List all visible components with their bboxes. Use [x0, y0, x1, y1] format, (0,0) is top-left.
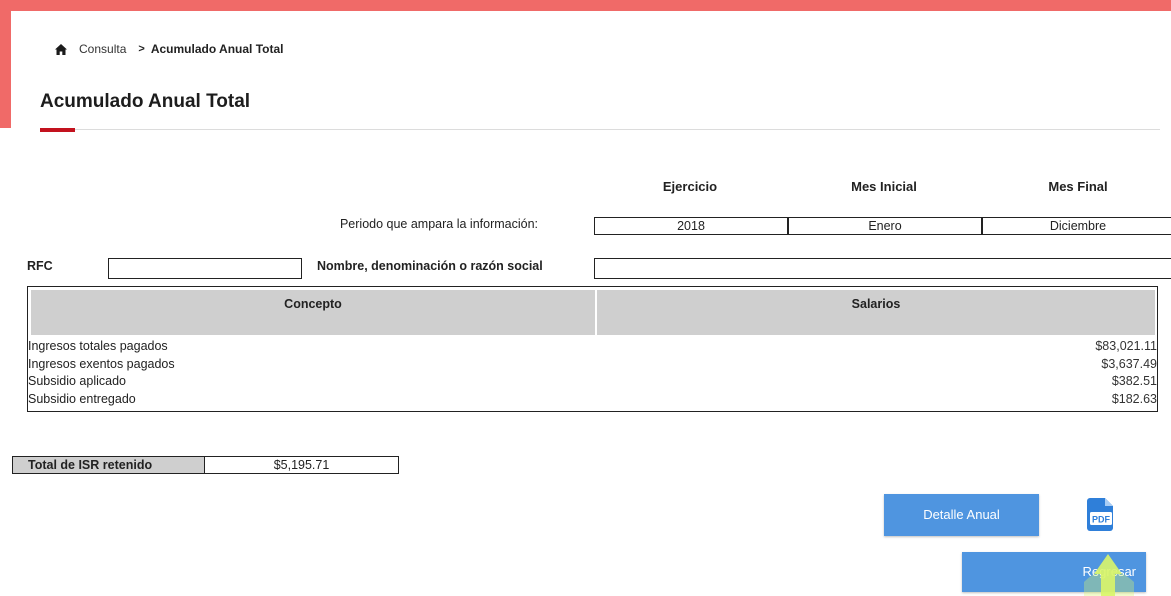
total-isr-value: $5,195.71 [204, 456, 399, 474]
row-label: Ingresos exentos pagados [28, 356, 175, 371]
table-row: Ingresos exentos pagados $3,637.49 [28, 356, 1157, 374]
home-icon[interactable] [55, 43, 67, 55]
row-label: Ingresos totales pagados [28, 339, 168, 353]
page-title: Acumulado Anual Total [40, 91, 251, 112]
pdf-icon[interactable]: PDF [1087, 498, 1116, 531]
title-underline-accent [40, 128, 75, 132]
table-row: Subsidio aplicado $382.51 [28, 373, 1157, 391]
top-accent-bar [0, 0, 1171, 11]
header-mes-inicial: Mes Inicial [851, 179, 917, 194]
ejercicio-field: 2018 [594, 217, 788, 235]
header-concepto: Concepto [31, 290, 595, 335]
title-divider [75, 129, 1160, 130]
row-value: $83,021.11 [1095, 339, 1157, 353]
rfc-field [108, 258, 302, 279]
concepts-rows: Ingresos totales pagados $83,021.11 Ingr… [28, 338, 1157, 408]
name-label: Nombre, denominación o razón social [317, 259, 543, 273]
rfc-label: RFC [27, 259, 53, 273]
total-isr-label: Total de ISR retenido [12, 456, 205, 474]
breadcrumb-separator: > [138, 43, 145, 55]
pdf-icon-text: PDF [1092, 515, 1111, 525]
mes-final-field: Diciembre [982, 217, 1171, 235]
row-value: $3,637.49 [1101, 356, 1157, 371]
left-accent-bar [0, 0, 11, 128]
period-label: Periodo que ampara la información: [339, 217, 538, 231]
name-field [594, 258, 1171, 279]
regresar-button[interactable]: Regresar [962, 552, 1146, 592]
header-mes-final: Mes Final [1048, 179, 1108, 194]
header-salarios: Salarios [597, 290, 1155, 335]
breadcrumb: Consulta > Acumulado Anual Total [55, 42, 283, 56]
breadcrumb-current: Acumulado Anual Total [150, 42, 284, 56]
table-row: Ingresos totales pagados $83,021.11 [28, 338, 1157, 356]
row-label: Subsidio entregado [28, 391, 136, 406]
mes-inicial-field: Enero [788, 217, 982, 235]
concepts-table: Concepto Salarios Ingresos totales pagad… [27, 286, 1158, 412]
row-value: $382.51 [1111, 374, 1157, 388]
header-ejercicio: Ejercicio [662, 179, 718, 194]
breadcrumb-item-consulta[interactable]: Consulta [79, 42, 126, 56]
row-label: Subsidio aplicado [28, 374, 126, 388]
table-row: Subsidio entregado $182.63 [28, 391, 1157, 409]
row-value: $182.63 [1111, 391, 1157, 406]
detalle-anual-button[interactable]: Detalle Anual [884, 494, 1039, 536]
